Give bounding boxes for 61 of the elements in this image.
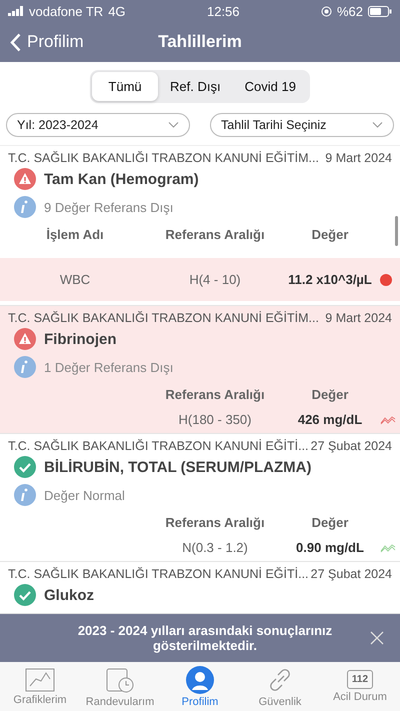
column-header: Referans Aralığı — [164, 515, 266, 530]
column-header: Değer — [310, 387, 350, 402]
emergency-number: 112 — [346, 670, 374, 689]
filter-dropdown[interactable]: Yıl: 2023-2024 — [6, 113, 190, 137]
back-link[interactable]: Profilim — [10, 32, 158, 52]
result-card[interactable]: T.C. SAĞLIK BAKANLIĞI TRABZON KANUNİ EĞİTİM... 9 Mart 2024 Fibrinojen 1 Değer Referans Dışı Referans Aralığı Değer H(180 - 350) 426 mg/dL — [0, 306, 400, 434]
column-header: Değer — [310, 515, 350, 530]
column-header: İşlem Adı — [45, 227, 105, 242]
result-date: 27 Şubat 2024 — [310, 567, 392, 581]
trend-icon[interactable] — [380, 542, 396, 552]
signal-icon — [8, 6, 24, 16]
info-icon — [14, 196, 36, 218]
test-name: Glukoz — [44, 586, 94, 604]
user-icon — [186, 666, 214, 694]
test-name: Tam Kan (Hemogram) — [44, 170, 199, 188]
segment-tab[interactable]: Tümü — [92, 72, 158, 101]
reference-range: H(180 - 350) — [178, 412, 252, 427]
test-name: Fibrinojen — [44, 330, 116, 348]
location-icon — [320, 6, 332, 16]
close-button[interactable] — [370, 631, 384, 645]
test-item: WBC — [58, 272, 92, 287]
result-date: 9 Mart 2024 — [325, 311, 392, 325]
tab-bar-item[interactable]: Profilim — [162, 664, 238, 708]
info-icon — [14, 484, 36, 506]
chevron-down-icon — [372, 122, 383, 128]
result-date: 9 Mart 2024 — [325, 151, 392, 165]
filter-dropdown[interactable]: Tahlil Tarihi Seçiniz — [210, 113, 394, 137]
column-header: Referans Aralığı — [164, 227, 266, 242]
test-value: 11.2 x10^3/µL — [287, 272, 373, 287]
reference-range: N(0.3 - 1.2) — [181, 540, 249, 555]
hospital-name: T.C. SAĞLIK BAKANLIĞI TRABZON KANUNİ EĞİTİ... — [8, 439, 309, 453]
info-text: Değer Normal — [44, 488, 125, 502]
result-date: 27 Şubat 2024 — [310, 439, 392, 453]
column-header: Değer — [310, 227, 350, 242]
column-header: Referans Aralığı — [164, 387, 266, 402]
chevron-down-icon — [168, 122, 179, 128]
page-title: Tahlillerim — [158, 32, 242, 52]
line-chart-icon — [25, 668, 55, 692]
segment-tab[interactable]: Covid 19 — [232, 72, 308, 101]
test-value: 426 mg/dL — [296, 412, 364, 427]
battery-level: %62 — [336, 4, 363, 18]
hospital-name: T.C. SAĞLIK BAKANLIĞI TRABZON KANUNİ EĞİTİM... — [8, 151, 319, 165]
battery-icon — [368, 6, 392, 16]
clock: 12:56 — [206, 4, 240, 18]
hospital-name: T.C. SAĞLIK BAKANLIĞI TRABZON KANUNİ EĞİTİ... — [8, 567, 309, 581]
test-name: BİLİRUBİN, TOTAL (SERUM/PLAZMA) — [44, 458, 312, 476]
chevron-left-icon — [10, 32, 21, 52]
trend-icon[interactable] — [380, 414, 396, 424]
notice-text: 2023 - 2024 yılları arasındaki sonuçlarınız gösterilmektedir. — [76, 623, 334, 653]
info-icon — [14, 356, 36, 378]
calendar-clock-icon — [105, 666, 135, 694]
segment-tab[interactable]: Ref. Dışı — [158, 72, 233, 101]
info-text: 1 Değer Referans Dışı — [44, 360, 174, 374]
info-text: 9 Değer Referans Dışı — [44, 200, 174, 214]
test-value: 0.90 mg/dL — [295, 540, 365, 555]
tab-bar-item[interactable]: 112 Acil Durum — [322, 669, 398, 704]
network-type: 4G — [108, 4, 126, 18]
reference-range: H(4 - 10) — [188, 272, 242, 287]
carrier: vodafone TR — [29, 4, 104, 18]
hospital-name: T.C. SAĞLIK BAKANLIĞI TRABZON KANUNİ EĞİTİM... — [8, 311, 319, 325]
scroll-indicator — [395, 216, 398, 246]
